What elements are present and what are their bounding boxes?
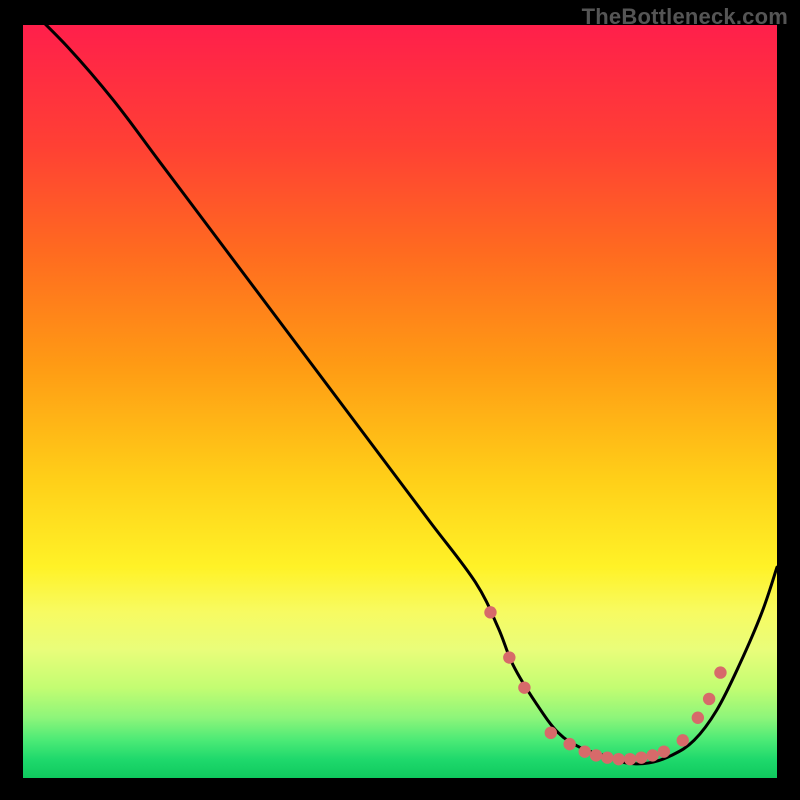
marker-dot	[646, 749, 658, 761]
marker-dot	[624, 753, 636, 765]
marker-dot	[579, 745, 591, 757]
marker-dot	[658, 745, 670, 757]
marker-dot	[714, 666, 726, 678]
marker-dot	[635, 751, 647, 763]
marker-dot	[563, 738, 575, 750]
marker-dot	[518, 681, 530, 693]
marker-dot	[677, 734, 689, 746]
marker-dot	[484, 606, 496, 618]
attribution-text: TheBottleneck.com	[582, 4, 788, 30]
marker-dot	[612, 753, 624, 765]
bottleneck-chart	[23, 25, 777, 778]
marker-dot	[545, 727, 557, 739]
gradient-background	[23, 25, 777, 778]
marker-dot	[703, 693, 715, 705]
marker-dot	[503, 651, 515, 663]
marker-dot	[601, 751, 613, 763]
chart-frame: TheBottleneck.com	[0, 0, 800, 800]
marker-dot	[590, 749, 602, 761]
marker-dot	[692, 712, 704, 724]
